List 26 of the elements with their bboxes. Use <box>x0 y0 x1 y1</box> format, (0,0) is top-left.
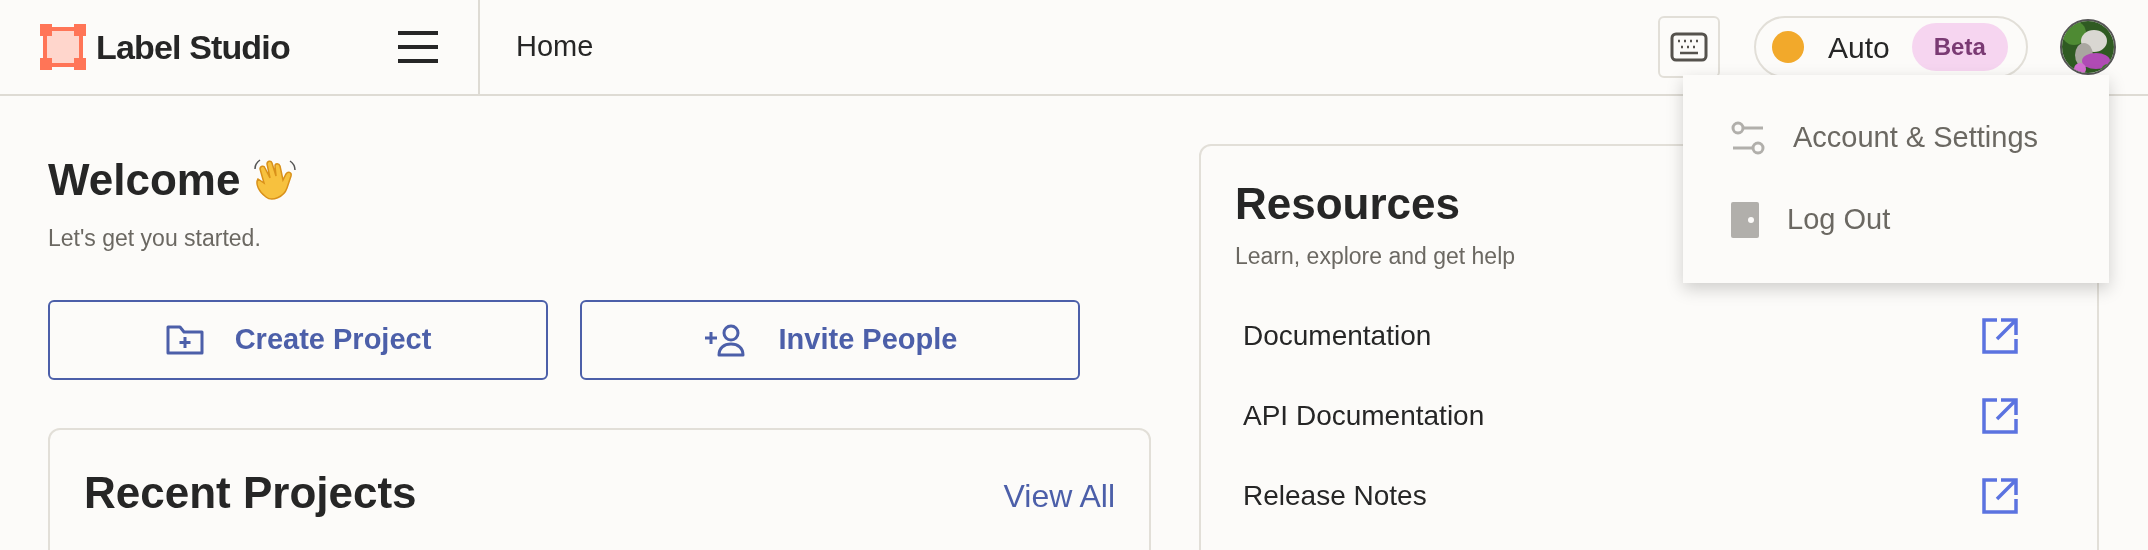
resources-subtitle: Learn, explore and get help <box>1235 242 1516 271</box>
brand-name: Label Studio <box>96 26 290 68</box>
logo-icon <box>40 24 86 70</box>
resource-link[interactable]: Release Notes <box>1235 455 2063 536</box>
sliders-icon <box>1731 120 1765 156</box>
external-link-icon <box>1981 476 2019 515</box>
breadcrumb: Home <box>516 29 594 65</box>
beta-badge: Beta <box>1911 23 2008 71</box>
external-link-icon <box>1981 396 2019 435</box>
recent-projects-title: Recent Projects <box>84 466 417 519</box>
external-link-icon <box>1981 316 2019 355</box>
welcome-title: Welcome <box>48 154 241 206</box>
welcome-subtitle: Let's get you started. <box>48 224 262 253</box>
view-all-link[interactable]: View All <box>1003 471 1115 520</box>
sun-icon <box>1772 31 1804 63</box>
keyboard-icon <box>1670 32 1708 62</box>
resources-title: Resources <box>1235 178 1460 230</box>
menu-icon[interactable] <box>398 31 438 63</box>
menu-item[interactable]: Account & Settings <box>1683 97 2109 179</box>
resource-link[interactable]: API Documentation <box>1235 375 2063 456</box>
action-button[interactable]: Invite People <box>580 299 1080 380</box>
waving-hand-icon <box>252 156 299 203</box>
action-button[interactable]: Create Project <box>48 299 548 380</box>
door-icon <box>1731 202 1759 238</box>
menu-item[interactable]: Log Out <box>1683 179 2109 261</box>
resource-link[interactable]: Documentation <box>1235 295 2063 376</box>
